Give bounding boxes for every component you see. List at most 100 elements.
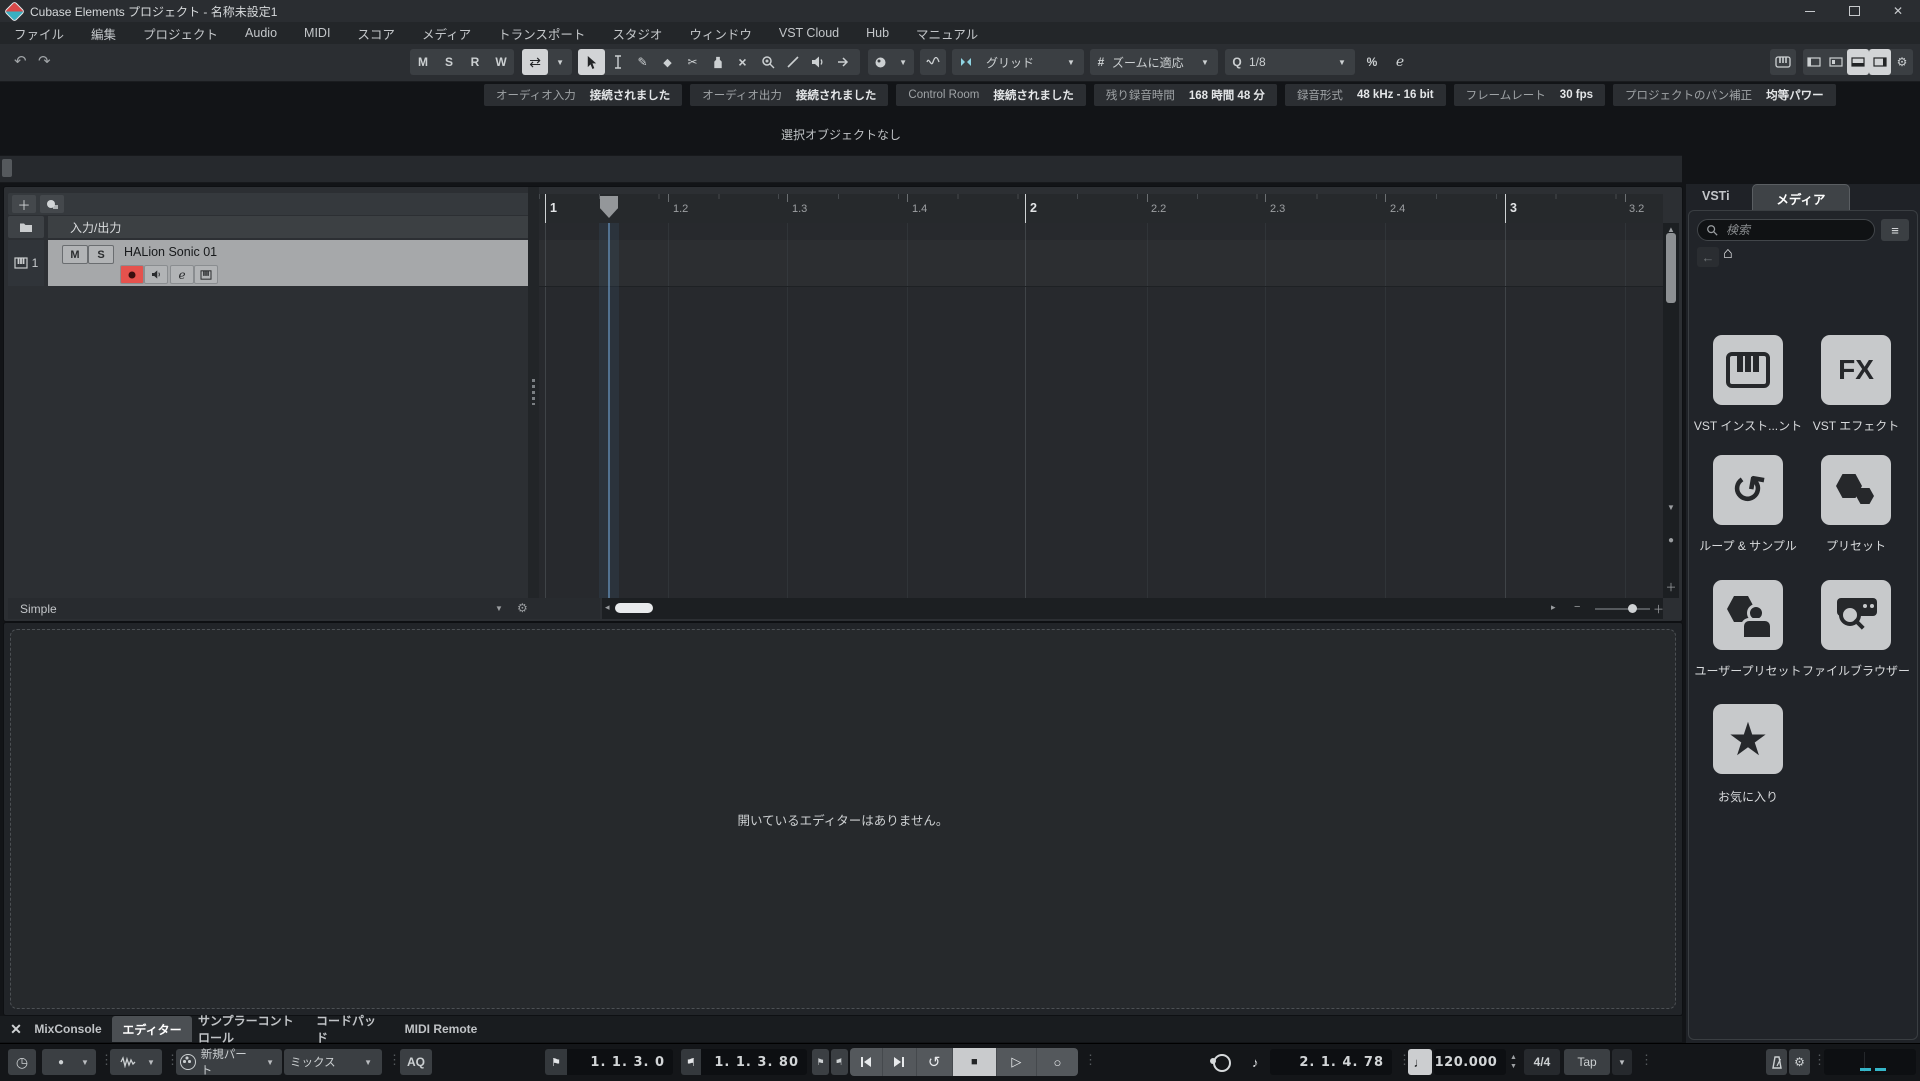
inspector-toggle-icon[interactable]	[1825, 49, 1847, 75]
onscreen-keyboard-icon[interactable]	[1770, 49, 1796, 75]
color-tool-icon[interactable]	[830, 49, 857, 75]
horizontal-zoom-slider[interactable]	[1595, 604, 1650, 613]
track-preset-button[interactable]	[40, 195, 64, 213]
left-locator-display[interactable]: 1. 1. 3. 0	[567, 1049, 673, 1075]
stop-button[interactable]: ■	[952, 1048, 997, 1076]
snap-type-value[interactable]: グリッド	[980, 49, 1058, 75]
tempo-dropdown-icon[interactable]: ▼	[1612, 1049, 1632, 1075]
tracklist-splitter[interactable]	[528, 187, 539, 619]
tile-vst-instruments[interactable]	[1713, 335, 1783, 405]
bottom-zone-toggle-icon[interactable]	[1847, 49, 1869, 75]
swing-icon[interactable]: %	[1360, 49, 1384, 75]
grid-type-dropdown-icon[interactable]: ▼	[1192, 49, 1218, 75]
grid-type-value[interactable]: ズームに適応	[1112, 49, 1192, 75]
right-zone-toggle-icon[interactable]	[1869, 49, 1891, 75]
tempo-track-icon[interactable]: ♩	[1408, 1049, 1432, 1075]
audio-performance-meter[interactable]	[1824, 1049, 1916, 1075]
status-record-format[interactable]: 録音形式 48 kHz - 16 bit	[1284, 84, 1446, 106]
media-search-box[interactable]	[1697, 219, 1875, 241]
color-menu-dropdown-icon[interactable]: ▼	[892, 49, 914, 75]
track-mute-button[interactable]: M	[62, 245, 88, 264]
audio-mode-dropdown-icon[interactable]: ▼	[143, 1058, 159, 1067]
record-mode-icon[interactable]: ●	[45, 1057, 77, 1068]
status-audio-output[interactable]: オーディオ出力 接続されました	[690, 84, 889, 106]
track-monitor-button[interactable]	[144, 265, 168, 284]
read-automation-button[interactable]: R	[462, 49, 488, 75]
autoscroll-dropdown-icon[interactable]: ▼	[548, 49, 572, 75]
select-tool-icon[interactable]	[578, 49, 605, 75]
tile-vst-effects[interactable]: FX	[1821, 335, 1891, 405]
range-tool-icon[interactable]	[605, 49, 630, 75]
zoom-in-icon[interactable]: ＋	[1653, 601, 1664, 617]
track-edit-button[interactable]: e	[170, 265, 194, 284]
maximize-button[interactable]	[1832, 0, 1876, 22]
primary-time-display[interactable]: 2. 1. 4. 78	[1270, 1049, 1392, 1075]
midi-record-style-group[interactable]: ミックス ▼	[284, 1049, 382, 1075]
menu-audio[interactable]: Audio	[245, 26, 277, 40]
tempo-display[interactable]: 120.000	[1434, 1049, 1506, 1075]
track-solo-button[interactable]: S	[88, 245, 114, 264]
status-audio-input[interactable]: オーディオ入力 接続されました	[484, 84, 683, 106]
cycle-button[interactable]: ↺	[917, 1048, 953, 1076]
tab-mixconsole[interactable]: MixConsole	[30, 1016, 106, 1042]
track-record-enable-button[interactable]	[120, 265, 144, 284]
menu-manual[interactable]: マニュアル	[916, 24, 978, 43]
common-record-modes-icon[interactable]: ◷	[8, 1049, 36, 1075]
metronome-button[interactable]	[1766, 1049, 1787, 1075]
event-display-area[interactable]	[539, 223, 1663, 598]
menu-transport[interactable]: トランスポート	[498, 24, 585, 43]
minimize-button[interactable]	[1788, 0, 1832, 22]
vertical-zoom-knob[interactable]: ●	[1663, 535, 1679, 546]
left-locator-flag-icon[interactable]: ⚑	[545, 1049, 567, 1075]
snap-toggle-icon[interactable]	[952, 49, 980, 75]
time-signature-display[interactable]: 4/4	[1524, 1049, 1560, 1075]
menu-studio[interactable]: スタジオ	[612, 24, 662, 43]
go-to-start-button[interactable]	[850, 1048, 884, 1076]
back-arrow-icon[interactable]: ←	[1697, 247, 1719, 267]
track-preset-name[interactable]: Simple	[20, 602, 57, 616]
mute-tool-icon[interactable]: ×	[730, 49, 755, 75]
tempo-spinner[interactable]: ▲ ▼	[1510, 1054, 1517, 1070]
retrospective-record-icon[interactable]	[1210, 1051, 1232, 1073]
draw-tool-icon[interactable]: ✎	[630, 49, 655, 75]
punch-in-button[interactable]: ⚑	[812, 1049, 829, 1075]
tile-loops-samples[interactable]: ↺	[1713, 455, 1783, 525]
project-cursor-handle[interactable]	[600, 196, 618, 218]
color-menu-icon[interactable]	[868, 49, 892, 75]
menu-vst-cloud[interactable]: VST Cloud	[779, 26, 839, 40]
tab-chord-pads[interactable]: コードパッド	[316, 1014, 380, 1045]
search-input[interactable]	[1724, 222, 1848, 238]
erase-tool-icon[interactable]: ◆	[655, 49, 680, 75]
right-locator-display[interactable]: 1. 1. 3. 80	[701, 1049, 807, 1075]
record-button[interactable]: ○	[1037, 1048, 1078, 1076]
tile-favorites[interactable]: ★	[1713, 704, 1783, 774]
close-lower-zone-icon[interactable]: ✕	[6, 1016, 26, 1042]
vertical-scroll-thumb[interactable]	[1666, 233, 1676, 303]
close-button[interactable]: ✕	[1876, 0, 1920, 22]
zoom-tool-icon[interactable]	[755, 49, 780, 75]
right-locator-flag-icon[interactable]: ⚑	[681, 1049, 701, 1075]
vertical-scrollbar[interactable]: ▲ ▼ ● ＋	[1663, 223, 1679, 598]
snap-type-dropdown-icon[interactable]: ▼	[1058, 49, 1084, 75]
menu-hub[interactable]: Hub	[866, 26, 889, 40]
menu-score[interactable]: スコア	[357, 24, 395, 43]
track-name[interactable]: HALion Sonic 01	[124, 245, 217, 259]
quantize-panel-icon[interactable]: e	[1388, 49, 1412, 75]
status-control-room[interactable]: Control Room 接続されました	[896, 84, 1086, 106]
status-pan-law[interactable]: プロジェクトのパン補正 均等パワー	[1613, 84, 1836, 106]
zoom-out-icon[interactable]: −	[1574, 601, 1580, 613]
scroll-down-icon[interactable]: ▼	[1663, 503, 1679, 512]
glue-tool-icon[interactable]	[705, 49, 730, 75]
play-tool-icon[interactable]	[805, 49, 830, 75]
undo-icon[interactable]: ↶	[14, 52, 27, 70]
mute-all-button[interactable]: M	[410, 49, 436, 75]
go-to-end-button[interactable]	[883, 1048, 917, 1076]
menu-window[interactable]: ウィンドウ	[689, 24, 752, 43]
autoscroll-icon[interactable]: ⇄	[522, 49, 549, 75]
punch-out-button[interactable]: ⚑	[831, 1049, 848, 1075]
preset-dropdown-icon[interactable]: ▼	[495, 604, 503, 613]
track-selected-area[interactable]: M S HALion Sonic 01 e	[48, 240, 532, 286]
redo-icon[interactable]: ↷	[38, 52, 51, 70]
tab-midi-remote[interactable]: MIDI Remote	[398, 1016, 484, 1042]
menu-media[interactable]: メディア	[422, 24, 471, 43]
